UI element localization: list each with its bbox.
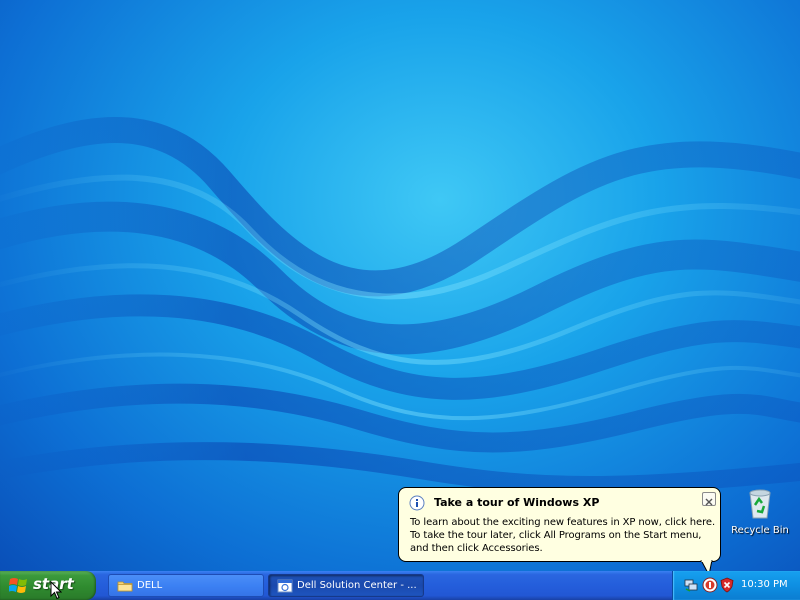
desktop-icon-label: Recycle Bin [731, 525, 789, 536]
start-button[interactable]: start [0, 571, 96, 600]
security-shield-icon[interactable] [719, 577, 735, 593]
desktop[interactable]: Recycle Bin [0, 0, 800, 571]
taskbar-button-dell-solution-center[interactable]: Dell Solution Center - ... [268, 574, 424, 597]
balloon-text-line: To take the tour later, click All Progra… [410, 530, 702, 541]
recycle-bin-icon [749, 489, 771, 519]
wallpaper [0, 117, 800, 494]
network-icon[interactable] [683, 577, 699, 593]
tour-balloon-tooltip[interactable]: Take a tour of Windows XP To learn about… [398, 487, 721, 562]
taskbar-button-label: Dell Solution Center - ... [297, 580, 417, 591]
balloon-title: Take a tour of Windows XP [434, 496, 600, 509]
taskbar: start DELL Dell Solution Center - ... [0, 571, 800, 600]
info-icon [409, 495, 425, 511]
balloon-text-line: and then click Accessories. [410, 543, 543, 554]
taskbar-button-dell[interactable]: DELL [108, 574, 264, 597]
mouse-cursor-icon [50, 581, 62, 600]
clock[interactable]: 10:30 PM [741, 579, 788, 590]
system-tray: 10:30 PM [672, 571, 800, 600]
close-icon [705, 498, 713, 506]
security-center-icon[interactable] [702, 577, 718, 593]
taskbar-button-label: DELL [137, 580, 163, 591]
windows-logo-icon [9, 578, 27, 593]
balloon-text-line[interactable]: To learn about the exciting new features… [410, 517, 715, 528]
desktop-icon-recycle-bin[interactable]: Recycle Bin [728, 487, 792, 536]
browser-window-icon [277, 579, 293, 593]
balloon-close-button[interactable] [702, 492, 716, 506]
folder-icon [117, 581, 133, 592]
